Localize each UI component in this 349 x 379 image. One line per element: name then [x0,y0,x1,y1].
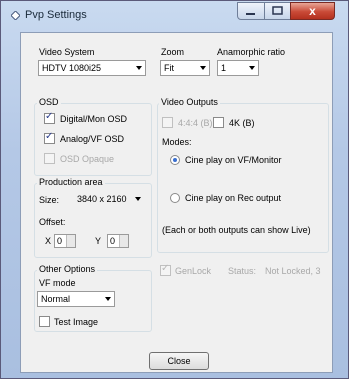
offset-x-stepper[interactable]: 0 [54,234,76,248]
offset-x-label: X [45,236,52,246]
offset-y-stepper[interactable]: 0 [107,234,129,248]
analog-vf-osd-label: Analog/VF OSD [60,134,125,144]
spin-down-icon[interactable] [66,241,75,247]
chevron-down-icon [136,66,142,70]
maximize-button[interactable] [264,2,291,20]
minimize-button[interactable] [237,2,265,20]
chevron-down-icon [249,66,255,70]
maximize-icon [272,6,283,15]
settings-window: Pvp Settings x Video System HDTV 1080i25… [0,0,349,379]
close-icon: x [309,4,316,18]
mode-rec-output-radio[interactable] [170,193,180,203]
window-title: Pvp Settings [25,9,87,21]
genlock-status-label: Status: [228,266,257,276]
offset-label: Offset: [39,217,66,227]
osd-opaque-checkbox[interactable] [44,153,55,164]
digital-mon-osd-checkbox[interactable] [44,111,55,124]
opt-4k-label: 4K (B) [229,118,255,128]
digital-mon-osd-label: Digital/Mon OSD [60,114,128,124]
size-label: Size: [39,195,60,205]
anamorphic-select[interactable]: 1 [217,60,259,76]
vf-mode-label: VF mode [39,278,76,288]
mode-vf-monitor-label: Cine play on VF/Monitor [185,155,282,165]
opt-4k-checkbox[interactable] [213,117,224,128]
app-icon [11,11,20,20]
video-system-value: HDTV 1080i25 [42,63,102,73]
close-window-button[interactable]: x [290,2,335,20]
anamorphic-value: 1 [221,63,227,73]
production-area-label: Production area [37,177,105,187]
osd-opaque-label: OSD Opaque [60,154,115,164]
spin-down-icon[interactable] [119,241,128,247]
offset-y-label: Y [95,236,102,246]
test-image-checkbox[interactable] [39,316,50,327]
vf-mode-value: Normal [41,294,71,304]
test-image-label: Test Image [54,317,99,327]
title-bar[interactable]: Pvp Settings x [1,1,348,31]
mode-vf-monitor-radio[interactable] [170,155,180,165]
chevron-down-icon [135,197,141,201]
opt-444-checkbox[interactable] [162,117,173,128]
outputs-note: (Each or both outputs can show Live) [162,225,311,235]
opt-444-label: 4:4:4 (B) [178,118,213,128]
offset-y-value: 0 [110,236,116,246]
offset-x-value: 0 [57,236,63,246]
minimize-icon [246,13,255,15]
genlock-status-value: Not Locked, 3 [265,266,321,276]
vf-mode-select[interactable]: Normal [37,291,115,307]
genlock-label: GenLock [175,266,212,276]
anamorphic-label: Anamorphic ratio [217,47,286,57]
other-options-label: Other Options [37,264,98,274]
chevron-down-icon [105,297,111,301]
size-value: 3840 x 2160 [77,194,127,204]
zoom-value: Fit [164,63,174,73]
dialog-content: Video System HDTV 1080i25 Zoom Fit Anamo… [20,32,333,373]
modes-label: Modes: [162,137,192,147]
osd-group-label: OSD [37,97,61,107]
genlock-checkbox[interactable] [160,263,171,276]
chevron-down-icon [200,66,206,70]
analog-vf-osd-checkbox[interactable] [44,131,55,144]
mode-rec-output-label: Cine play on Rec output [185,193,282,203]
close-button[interactable]: Close [149,352,209,370]
zoom-select[interactable]: Fit [160,60,210,76]
zoom-label: Zoom [161,47,185,57]
video-outputs-label: Video Outputs [159,97,220,107]
video-system-select[interactable]: HDTV 1080i25 [38,60,146,76]
size-select[interactable]: 3840 x 2160 [73,191,145,207]
video-system-label: Video System [39,47,95,57]
